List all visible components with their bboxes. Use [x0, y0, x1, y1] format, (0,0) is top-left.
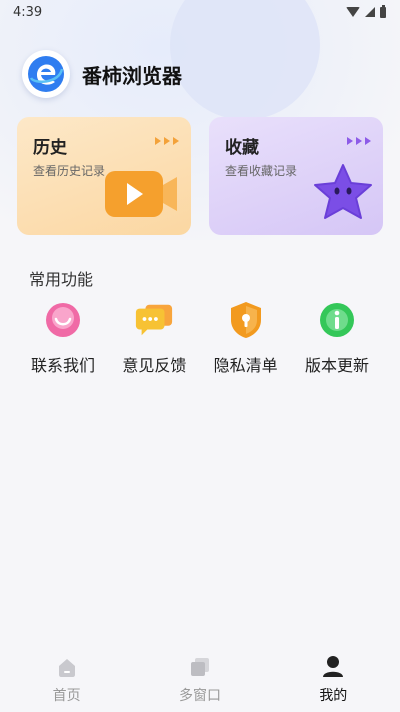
nav-multi-window[interactable]: 多窗口: [140, 655, 260, 705]
favorites-card-title: 收藏: [225, 138, 259, 158]
chat-bubble-smile-icon: [43, 300, 83, 340]
home-icon: [55, 655, 79, 679]
privacy-list-label: 隐私清单: [213, 356, 278, 375]
user-icon: [321, 655, 345, 679]
common-functions-grid: 联系我们 意见反馈 隐私清单 版本更新: [20, 300, 380, 376]
video-camera-icon: [105, 167, 181, 225]
common-functions-title: 常用功能: [29, 270, 94, 289]
privacy-list-button[interactable]: 隐私清单: [203, 300, 289, 376]
arrow-right-icon: [155, 137, 179, 145]
contact-us-label: 联系我们: [30, 356, 95, 375]
info-icon: [317, 300, 357, 340]
nav-multi-window-label: 多窗口: [178, 688, 221, 704]
nav-mine-label: 我的: [319, 688, 348, 704]
app-logo-icon: [22, 50, 70, 98]
status-bar: 4:39: [0, 0, 400, 24]
nav-home-label: 首页: [52, 688, 81, 704]
feedback-label: 意见反馈: [122, 356, 187, 375]
battery-icon: [380, 4, 386, 18]
app-header: 番柿浏览器: [22, 50, 182, 98]
version-update-label: 版本更新: [304, 356, 369, 375]
star-icon: [313, 163, 373, 225]
favorites-card[interactable]: 收藏 查看收藏记录: [209, 117, 383, 235]
shield-lock-icon: [226, 300, 266, 340]
bottom-navigation: 首页 多窗口 我的: [0, 648, 400, 712]
nav-home[interactable]: 首页: [7, 655, 127, 705]
contact-us-button[interactable]: 联系我们: [20, 300, 106, 376]
wifi-icon: [346, 7, 360, 17]
app-title: 番柿浏览器: [82, 63, 182, 88]
signal-icon: [365, 7, 375, 17]
version-update-button[interactable]: 版本更新: [294, 300, 380, 376]
feedback-button[interactable]: 意见反馈: [111, 300, 197, 376]
status-time: 4:39: [13, 4, 43, 20]
history-card[interactable]: 历史 查看历史记录: [17, 117, 191, 235]
arrow-right-icon: [347, 137, 371, 145]
history-card-title: 历史: [33, 138, 67, 158]
nav-mine[interactable]: 我的: [273, 655, 393, 705]
feedback-bubble-icon: [134, 300, 174, 340]
status-icons: [346, 4, 386, 18]
multi-window-icon: [188, 655, 212, 679]
